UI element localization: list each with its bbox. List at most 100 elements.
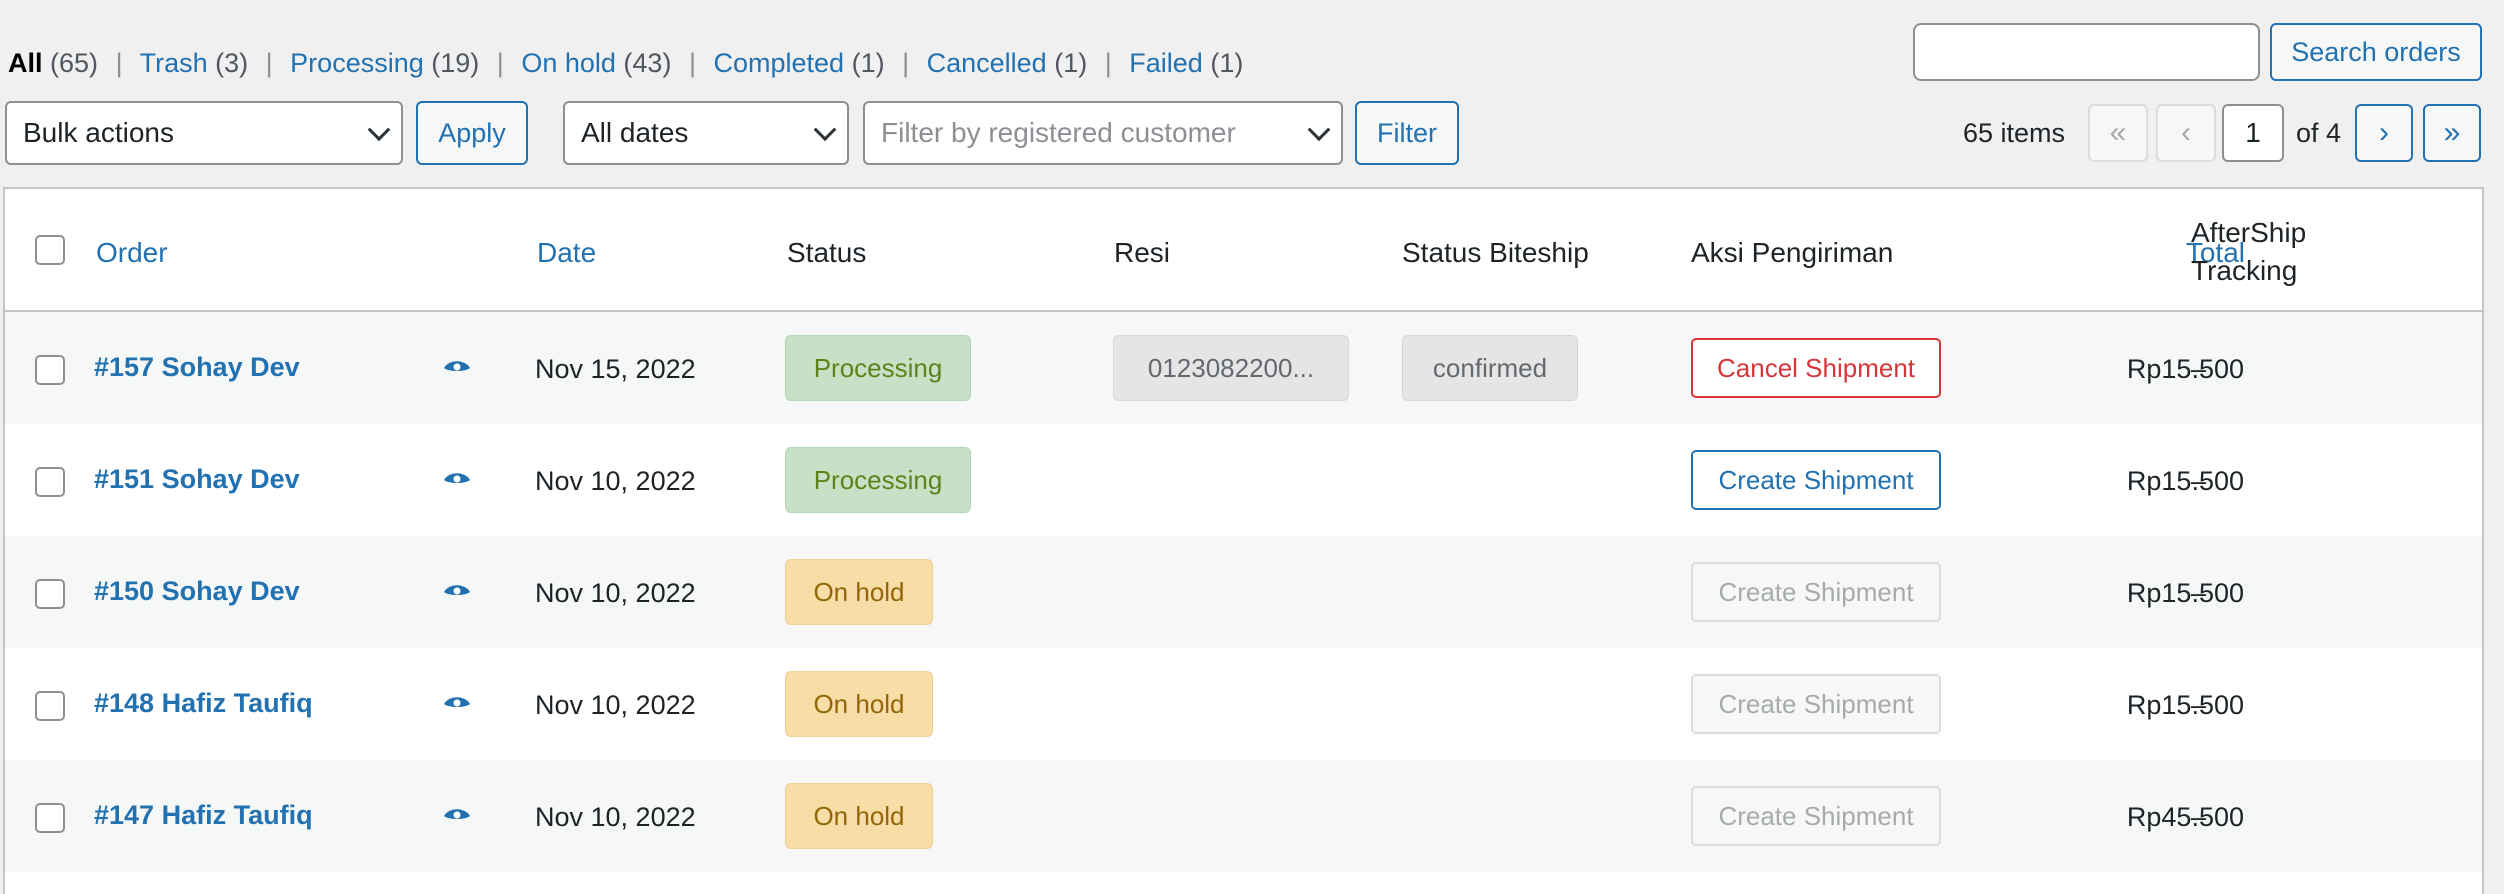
- aftership-tracking-value: –: [2191, 466, 2207, 496]
- filter-on-hold-count: (43): [623, 48, 672, 78]
- status-badge: Processing: [785, 447, 971, 513]
- eye-icon[interactable]: [443, 806, 471, 826]
- create-shipment-button: Create Shipment: [1691, 562, 1941, 622]
- aftership-tracking-value: –: [2191, 802, 2207, 832]
- create-shipment-button: Create Shipment: [1691, 674, 1941, 734]
- filter-all-count: (65): [50, 48, 99, 78]
- aftership-tracking-value: –: [2191, 690, 2207, 720]
- separator: |: [265, 48, 273, 78]
- table-row[interactable]: #151 Sohay Dev Nov 10, 2022 Processing C…: [5, 424, 2482, 536]
- column-status-biteship: Status Biteship: [1402, 237, 1589, 268]
- order-date: Nov 10, 2022: [535, 690, 696, 720]
- select-all-checkbox[interactable]: [35, 235, 65, 265]
- row-checkbox[interactable]: [35, 355, 65, 385]
- order-link[interactable]: #151 Sohay Dev: [94, 464, 300, 495]
- filter-button[interactable]: Filter: [1355, 101, 1459, 165]
- total-pages: of 4: [2296, 118, 2342, 148]
- next-page-button[interactable]: ›: [2355, 104, 2413, 162]
- order-link[interactable]: #147 Hafiz Taufiq: [94, 800, 313, 831]
- row-checkbox[interactable]: [35, 579, 65, 609]
- eye-icon[interactable]: [443, 582, 471, 602]
- table-header: Order Date Status Resi Status Biteship A…: [5, 189, 2482, 312]
- order-total: Rp15.500: [2126, 354, 2244, 384]
- chevron-down-icon: [367, 118, 391, 142]
- order-link[interactable]: #148 Hafiz Taufiq: [94, 688, 313, 719]
- bulk-actions-value: Bulk actions: [23, 117, 174, 148]
- filter-on-hold[interactable]: On hold: [521, 48, 616, 78]
- filter-processing-count: (19): [431, 48, 480, 78]
- row-checkbox[interactable]: [35, 803, 65, 833]
- customer-filter-select[interactable]: Filter by registered customer: [863, 101, 1343, 165]
- column-aksi-pengiriman: Aksi Pengiriman: [1691, 237, 1894, 268]
- bulk-actions-select[interactable]: Bulk actions: [5, 101, 403, 165]
- separator: |: [688, 48, 696, 78]
- eye-icon[interactable]: [443, 358, 471, 378]
- filter-trash-count: (3): [215, 48, 249, 78]
- order-date: Nov 10, 2022: [535, 802, 696, 832]
- items-count: 65 items: [1963, 118, 2066, 148]
- column-date[interactable]: Date: [537, 237, 596, 269]
- filter-failed-count: (1): [1210, 48, 1244, 78]
- create-shipment-button[interactable]: Create Shipment: [1691, 450, 1941, 510]
- aftership-tracking-value: –: [2191, 354, 2207, 384]
- column-aftership-tracking-line2: Tracking: [2191, 255, 2298, 286]
- search-orders-input[interactable]: [1913, 23, 2260, 81]
- column-resi: Resi: [1114, 237, 1171, 268]
- first-page-button: «: [2088, 104, 2148, 162]
- search-orders-button[interactable]: Search orders: [2270, 23, 2482, 81]
- status-badge: On hold: [785, 671, 933, 737]
- order-total: Rp15.500: [2126, 466, 2244, 496]
- filter-completed[interactable]: Completed: [713, 48, 844, 78]
- chevron-down-icon: [1307, 118, 1331, 142]
- table-row[interactable]: #147 Hafiz Taufiq Nov 10, 2022 On hold C…: [5, 760, 2482, 872]
- dates-select[interactable]: All dates: [563, 101, 849, 165]
- table-row[interactable]: #148 Hafiz Taufiq Nov 10, 2022 On hold C…: [5, 648, 2482, 760]
- apply-button[interactable]: Apply: [416, 101, 528, 165]
- biteship-status-badge: confirmed: [1402, 335, 1578, 401]
- status-badge: On hold: [785, 559, 933, 625]
- last-page-button[interactable]: »: [2423, 104, 2481, 162]
- order-total: Rp15.500: [2126, 690, 2244, 720]
- table-row[interactable]: #157 Sohay Dev Nov 15, 2022 Processing 0…: [5, 312, 2482, 424]
- order-link[interactable]: #150 Sohay Dev: [94, 576, 300, 607]
- filter-processing[interactable]: Processing: [290, 48, 424, 78]
- order-total: Rp45.500: [2126, 802, 2244, 832]
- create-shipment-button: Create Shipment: [1691, 786, 1941, 846]
- order-total: Rp15.500: [2126, 578, 2244, 608]
- cancel-shipment-button[interactable]: Cancel Shipment: [1691, 338, 1941, 398]
- chevron-down-icon: [813, 118, 837, 142]
- row-checkbox[interactable]: [35, 691, 65, 721]
- resi-value[interactable]: 0123082200...: [1113, 335, 1349, 401]
- orders-table: Order Date Status Resi Status Biteship A…: [3, 187, 2484, 894]
- filter-trash[interactable]: Trash: [140, 48, 208, 78]
- eye-icon[interactable]: [443, 694, 471, 714]
- filter-failed[interactable]: Failed: [1129, 48, 1203, 78]
- separator: |: [902, 48, 910, 78]
- eye-icon[interactable]: [443, 470, 471, 490]
- column-status: Status: [787, 237, 867, 268]
- order-date: Nov 10, 2022: [535, 578, 696, 608]
- separator: |: [1104, 48, 1112, 78]
- column-aftership-tracking-line1: AfterShip: [2191, 217, 2307, 248]
- status-badge: Processing: [785, 335, 971, 401]
- aftership-tracking-value: –: [2191, 578, 2207, 608]
- filter-cancelled-count: (1): [1054, 48, 1088, 78]
- customer-filter-placeholder: Filter by registered customer: [881, 117, 1236, 148]
- filter-completed-count: (1): [851, 48, 885, 78]
- status-filter-links: All (65) | Trash (3) | Processing (19) |…: [8, 48, 1243, 79]
- order-date: Nov 10, 2022: [535, 466, 696, 496]
- filter-all[interactable]: All: [8, 48, 43, 78]
- status-badge: On hold: [785, 783, 933, 849]
- separator: |: [496, 48, 504, 78]
- orders-page: All (65) | Trash (3) | Processing (19) |…: [0, 0, 2504, 894]
- order-date: Nov 15, 2022: [535, 354, 696, 384]
- separator: |: [115, 48, 123, 78]
- prev-page-button: ‹: [2156, 104, 2216, 162]
- column-order[interactable]: Order: [96, 237, 168, 269]
- current-page-input[interactable]: 1: [2222, 104, 2284, 162]
- dates-value: All dates: [581, 117, 689, 148]
- row-checkbox[interactable]: [35, 467, 65, 497]
- order-link[interactable]: #157 Sohay Dev: [94, 352, 300, 383]
- table-row[interactable]: #150 Sohay Dev Nov 10, 2022 On hold Crea…: [5, 536, 2482, 648]
- filter-cancelled[interactable]: Cancelled: [927, 48, 1047, 78]
